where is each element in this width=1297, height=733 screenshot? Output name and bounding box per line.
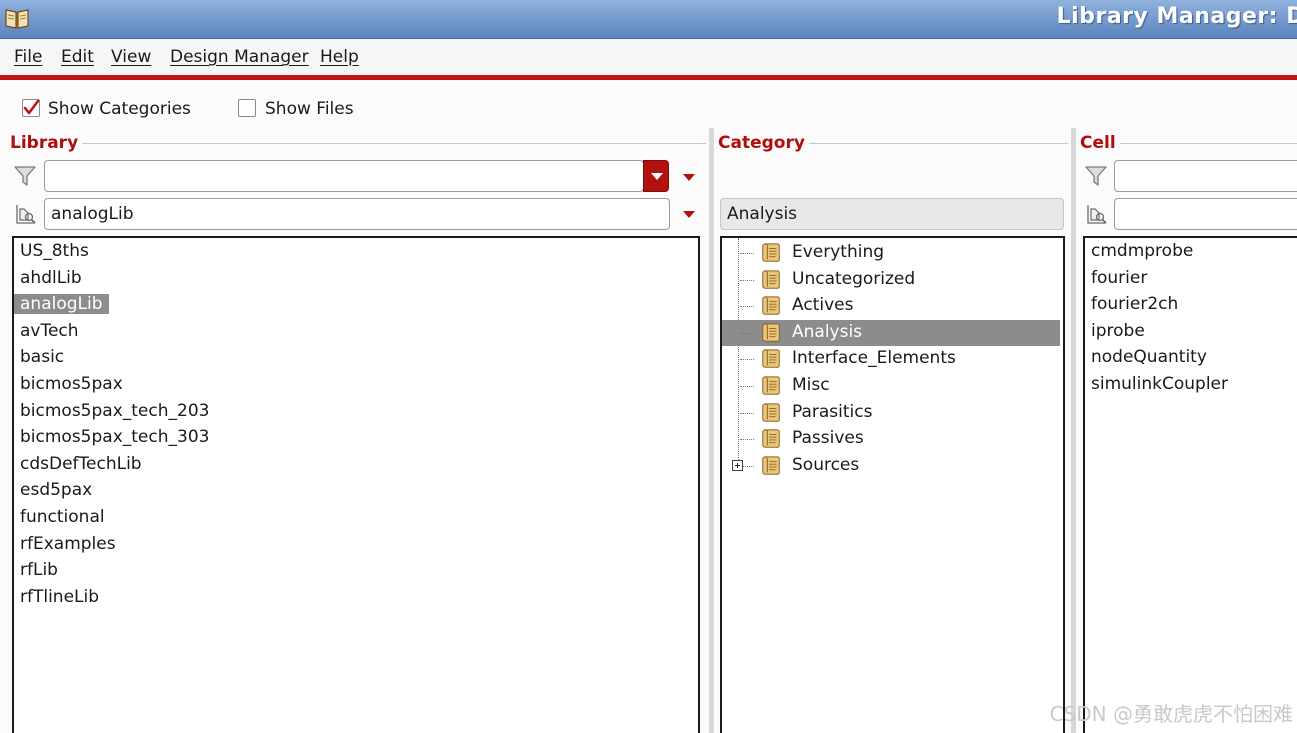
library-list-item[interactable]: ahdlLib bbox=[20, 268, 82, 288]
window-title: Library Manager: D bbox=[1056, 4, 1297, 29]
show-categories-checkbox[interactable] bbox=[22, 99, 40, 117]
menu-edit[interactable]: Edit bbox=[61, 47, 94, 67]
library-filter-input[interactable] bbox=[44, 160, 644, 192]
book-icon[interactable] bbox=[4, 6, 30, 30]
show-files-checkbox[interactable] bbox=[238, 99, 256, 117]
tree-connector bbox=[740, 279, 754, 281]
library-header-rule bbox=[10, 143, 706, 144]
tree-connector bbox=[740, 359, 754, 361]
tree-connector bbox=[740, 253, 754, 254]
library-list-item[interactable]: rfExamples bbox=[20, 534, 116, 554]
cell-list[interactable]: cmdmprobe fourier fourier2ch iprobe nodeQuan… bbox=[1083, 236, 1297, 733]
menu-bar: File Edit View Design Manager Help bbox=[0, 39, 1297, 75]
category-tree-label: Parasitics bbox=[792, 401, 873, 422]
scroll-icon bbox=[762, 269, 780, 289]
category-tree-item[interactable]: Sources bbox=[722, 453, 1060, 479]
library-category-splitter[interactable] bbox=[709, 128, 714, 733]
category-tree-label: Analysis bbox=[792, 321, 863, 342]
tree-connector bbox=[740, 439, 754, 441]
category-tree-item[interactable]: Parasitics bbox=[722, 400, 1060, 426]
library-list-item[interactable]: esd5pax bbox=[20, 480, 92, 500]
library-name-field[interactable] bbox=[44, 198, 670, 230]
show-categories-label: Show Categories bbox=[48, 99, 191, 119]
menu-design-manager[interactable]: Design Manager bbox=[170, 47, 309, 67]
category-tree-label: Interface_Elements bbox=[792, 348, 956, 369]
library-list-item[interactable]: bicmos5pax bbox=[20, 374, 123, 394]
scroll-icon bbox=[762, 402, 780, 422]
category-tree-label: Uncategorized bbox=[792, 268, 916, 289]
category-tree-label: Passives bbox=[792, 428, 864, 449]
scroll-icon bbox=[762, 429, 780, 448]
cell-filter-icon[interactable] bbox=[1085, 165, 1107, 187]
library-list-item[interactable]: rfTlineLib bbox=[20, 587, 99, 607]
category-tree-item[interactable]: Passives bbox=[722, 426, 1060, 452]
menu-help[interactable]: Help bbox=[320, 47, 359, 67]
cell-list-item[interactable]: iprobe bbox=[1091, 321, 1145, 341]
category-tree-item[interactable]: Misc bbox=[722, 373, 1060, 399]
library-list-item[interactable]: avTech bbox=[20, 321, 79, 341]
cell-header: Cell bbox=[1080, 133, 1120, 153]
library-name-menu-arrow[interactable] bbox=[683, 211, 695, 218]
category-tree-item[interactable]: Actives bbox=[722, 293, 1060, 319]
menu-view[interactable]: View bbox=[111, 47, 151, 67]
category-tree-item[interactable]: Interface_Elements bbox=[722, 346, 1060, 372]
filter-icon[interactable] bbox=[14, 165, 36, 187]
cell-name-field[interactable] bbox=[1114, 198, 1297, 230]
cell-browse-icon[interactable] bbox=[1085, 202, 1109, 226]
library-list-item[interactable]: bicmos5pax_tech_203 bbox=[20, 401, 209, 421]
cell-list-item[interactable]: cmdmprobe bbox=[1091, 241, 1193, 261]
scroll-icon bbox=[762, 243, 780, 262]
library-list-item[interactable]: bicmos5pax_tech_303 bbox=[20, 427, 209, 447]
category-tree-item[interactable]: Uncategorized bbox=[722, 267, 1060, 293]
category-tree-label: Sources bbox=[792, 454, 860, 475]
cell-list-item[interactable]: simulinkCoupler bbox=[1091, 374, 1228, 394]
scroll-icon bbox=[762, 349, 780, 369]
category-tree-label: Misc bbox=[792, 375, 830, 395]
scroll-icon bbox=[762, 323, 780, 342]
category-tree[interactable]: Everything Uncategorized Actives Analysis In… bbox=[720, 236, 1065, 733]
category-tree-item[interactable]: Analysis bbox=[722, 319, 1060, 346]
category-tree-item[interactable]: Everything bbox=[722, 240, 1060, 266]
scroll-icon bbox=[762, 376, 780, 395]
tree-connector bbox=[740, 412, 754, 414]
tree-connector bbox=[740, 386, 754, 387]
cell-filter-input[interactable] bbox=[1114, 160, 1297, 192]
cell-list-item[interactable]: fourier bbox=[1091, 268, 1147, 288]
category-header: Category bbox=[718, 133, 809, 153]
show-files-label: Show Files bbox=[265, 99, 354, 119]
library-list-item[interactable]: rfLib bbox=[20, 560, 58, 580]
tree-connector bbox=[740, 332, 754, 334]
menu-separator bbox=[0, 75, 1297, 80]
library-list-item[interactable]: cdsDefTechLib bbox=[20, 454, 142, 474]
scroll-icon bbox=[762, 456, 780, 475]
library-list-item[interactable]: analogLib bbox=[14, 294, 109, 315]
title-bar: Library Manager: D bbox=[0, 0, 1297, 39]
category-tree-label: Everything bbox=[792, 242, 885, 262]
cell-list-item[interactable]: nodeQuantity bbox=[1091, 347, 1207, 367]
category-current-field[interactable]: Analysis bbox=[720, 198, 1064, 230]
scroll-icon bbox=[762, 296, 780, 315]
menu-file[interactable]: File bbox=[14, 47, 42, 67]
browse-icon[interactable] bbox=[14, 202, 38, 226]
library-list-item[interactable]: functional bbox=[20, 507, 105, 527]
tree-connector bbox=[740, 306, 754, 308]
category-cell-splitter[interactable] bbox=[1071, 128, 1076, 733]
cell-list-item[interactable]: fourier2ch bbox=[1091, 294, 1178, 314]
library-filter-dropdown-button[interactable] bbox=[643, 160, 669, 192]
plus-icon[interactable] bbox=[732, 459, 743, 471]
library-header: Library bbox=[10, 133, 83, 153]
category-tree-label: Actives bbox=[792, 295, 854, 316]
checkmark-icon bbox=[23, 99, 40, 115]
watermark: CSDN @勇敢虎虎不怕困难 bbox=[1049, 702, 1293, 726]
library-list[interactable]: US_8ths ahdlLib analogLib avTech basic bicmos… bbox=[12, 236, 700, 733]
library-filter-menu-arrow[interactable] bbox=[683, 174, 695, 181]
library-list-item[interactable]: basic bbox=[20, 347, 64, 367]
library-list-item[interactable]: US_8ths bbox=[20, 241, 89, 261]
library-manager-window: Library Manager: D File Edit View Design… bbox=[0, 0, 1297, 733]
